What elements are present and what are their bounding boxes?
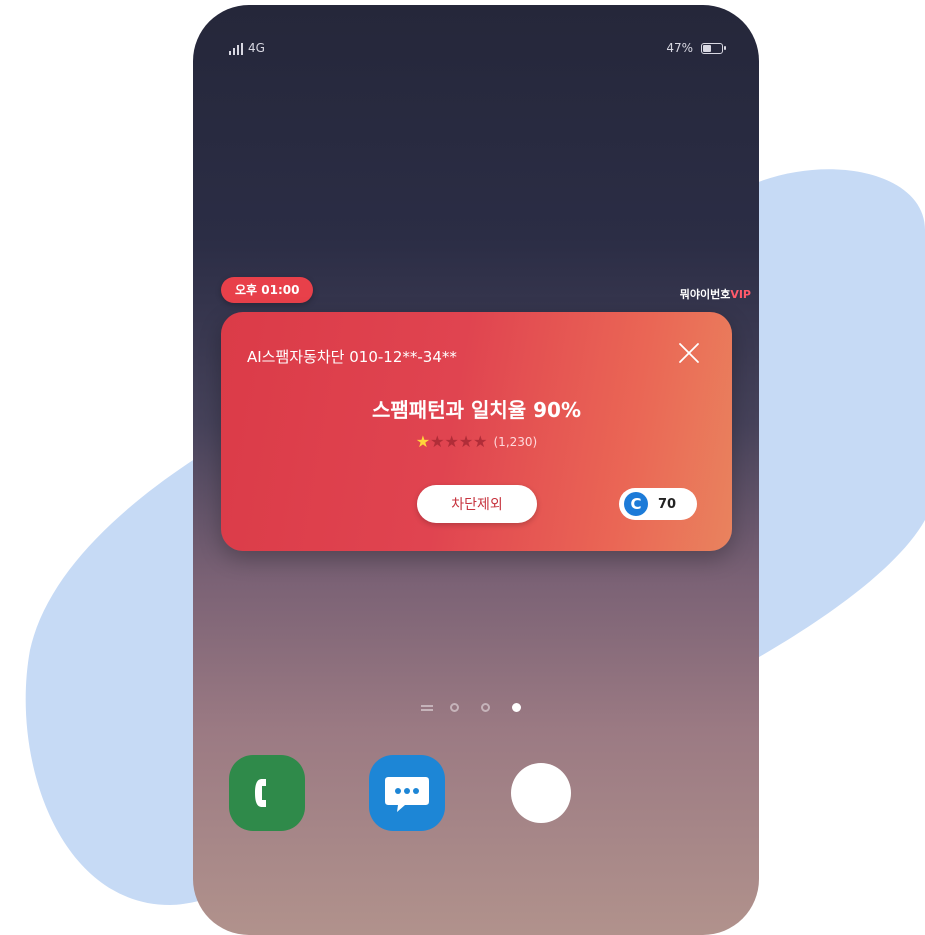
- star-empty-icon: ★: [473, 432, 488, 451]
- status-bar-left: 4G: [229, 41, 265, 55]
- status-bar-right: 47%: [666, 41, 726, 55]
- star-empty-icon: ★: [444, 432, 459, 451]
- stars-container: ★★★★★: [416, 432, 488, 451]
- page-dot: [481, 703, 490, 712]
- message-app-icon[interactable]: [369, 755, 445, 831]
- brand-label: 뭐야이번호VIP: [680, 286, 751, 302]
- brand-vip: VIP: [730, 288, 751, 301]
- spam-alert-card[interactable]: AI스팸자동차단 010-12**-34** 스팸패턴과 일치율 90% ★★★…: [221, 312, 732, 551]
- home-menu-icon: [421, 704, 433, 711]
- phone-icon: [255, 779, 266, 807]
- phone-screen: 4G 47% 오후 01:00 뭐야이번호VIP AI스팸자동차단 010-12…: [193, 5, 759, 935]
- battery-percent: 47%: [666, 41, 693, 55]
- app-icon[interactable]: [511, 763, 571, 823]
- notification-time: 오후 01:00: [221, 277, 314, 303]
- message-icon: [385, 777, 429, 812]
- coin-value: 70: [658, 496, 677, 512]
- page-indicator: [421, 703, 521, 712]
- battery-icon: [701, 42, 726, 54]
- unblock-button[interactable]: 차단제외: [417, 485, 537, 523]
- coin-icon: C: [624, 492, 648, 516]
- network-type: 4G: [248, 41, 265, 55]
- page-dot: [450, 703, 459, 712]
- page-dots: [450, 703, 521, 712]
- coin-badge[interactable]: C 70: [619, 488, 697, 520]
- star-rating: ★★★★★ (1,230): [221, 432, 732, 451]
- alert-headline: 스팸패턴과 일치율 90%: [372, 398, 581, 422]
- rating-count: (1,230): [493, 434, 538, 449]
- star-empty-icon: ★: [458, 432, 474, 451]
- alert-header: AI스팸자동차단 010-12**-34**: [247, 348, 457, 366]
- phone-app-icon[interactable]: [229, 755, 305, 831]
- brand-name: 뭐야이번호: [679, 288, 731, 301]
- page-dot: [512, 703, 521, 712]
- star-filled-icon: ★: [415, 432, 431, 451]
- close-icon[interactable]: [678, 342, 700, 364]
- star-empty-icon: ★: [430, 432, 445, 451]
- signal-icon: [229, 43, 243, 55]
